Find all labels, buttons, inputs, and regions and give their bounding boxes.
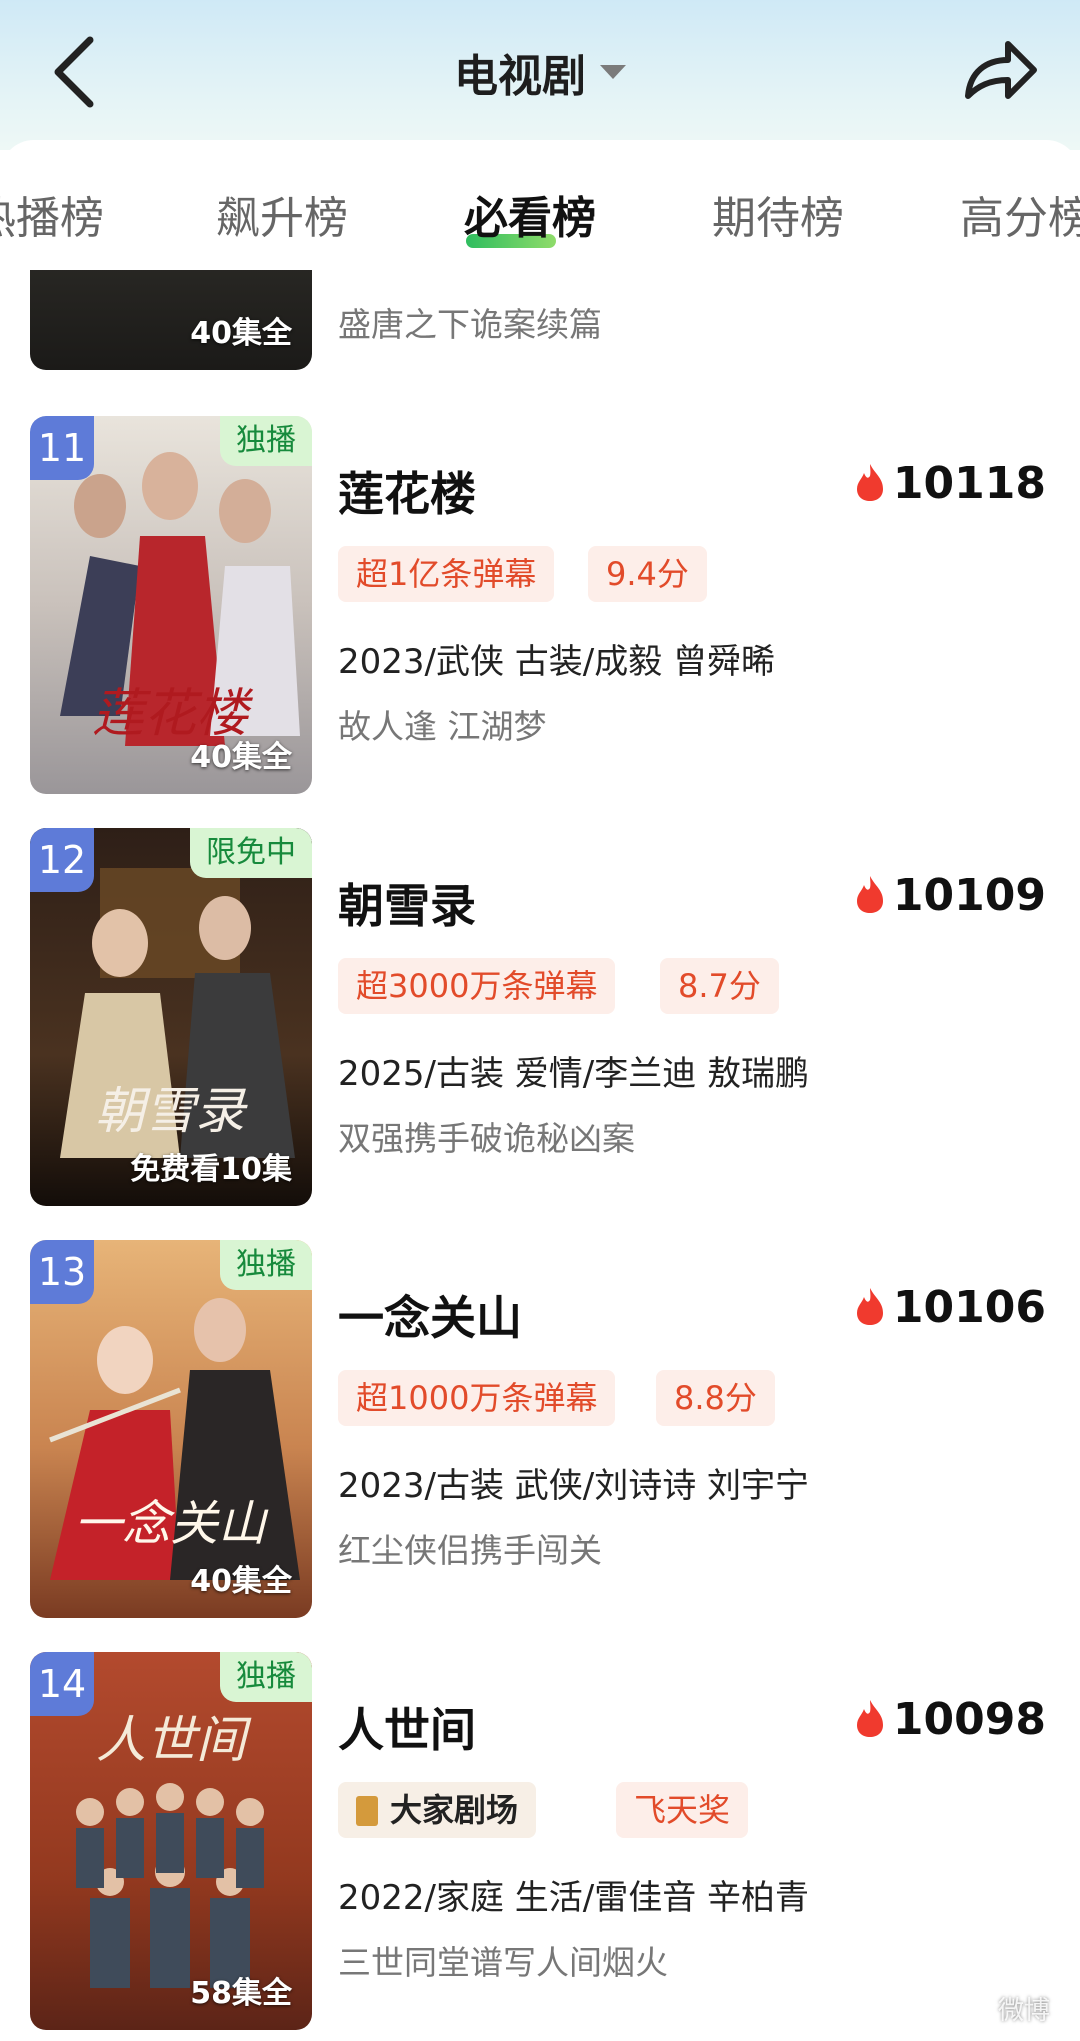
drama-title[interactable]: 朝雪录 bbox=[338, 870, 476, 936]
tab-high-score[interactable]: 高分榜 bbox=[960, 182, 1080, 246]
score-badge: 8.8分 bbox=[656, 1370, 775, 1426]
drama-title[interactable]: 人世间 bbox=[338, 1694, 476, 1760]
watermark: 微博 bbox=[997, 1996, 1050, 2026]
poster[interactable]: 一念关山 13 独播 40集全 bbox=[30, 1240, 312, 1618]
episode-count: 40集全 bbox=[190, 740, 292, 775]
list-item[interactable]: 一念关山 13 独播 40集全 一念关山 10106 超1000万条弹幕 8.8… bbox=[0, 1240, 1080, 1630]
list-item[interactable]: 朝雪录 12 限免中 免费看10集 朝雪录 10109 超3000万条弹幕 8.… bbox=[0, 828, 1080, 1218]
share-button[interactable] bbox=[960, 34, 1040, 110]
poster[interactable]: 朝雪录 12 限免中 免费看10集 bbox=[30, 828, 312, 1206]
flame-icon bbox=[856, 1288, 883, 1325]
tab-anticipated[interactable]: 期待榜 bbox=[712, 182, 844, 246]
drama-description: 故人逢 江湖梦 bbox=[338, 707, 547, 746]
flame-icon bbox=[856, 876, 883, 913]
list-item[interactable]: 莲花楼 11 独播 40集全 莲花楼 10118 超1亿条弹幕 9.4分 202… bbox=[0, 416, 1080, 806]
drama-meta: 2023/武侠 古装/成毅 曾舜晞 bbox=[338, 642, 776, 682]
drama-description: 盛唐之下诡案续篇 bbox=[338, 305, 602, 344]
exclusive-tag: 独播 bbox=[220, 1240, 312, 1290]
drama-meta: 2023/古装 武侠/刘诗诗 刘宇宁 bbox=[338, 1466, 810, 1506]
poster[interactable]: 莲花楼 11 独播 40集全 bbox=[30, 416, 312, 794]
episode-count: 免费看10集 bbox=[130, 1152, 292, 1187]
heat-score: 10098 bbox=[855, 1694, 1046, 1745]
episode-count: 40集全 bbox=[190, 316, 292, 351]
list-item[interactable]: 40集全 盛唐之下诡案续篇 bbox=[0, 270, 1080, 380]
drama-description: 三世同堂谱写人间烟火 bbox=[338, 1943, 668, 1982]
danmaku-badge: 超1亿条弹幕 bbox=[338, 546, 555, 602]
heat-score: 10106 bbox=[855, 1282, 1046, 1333]
heat-score: 10118 bbox=[855, 458, 1046, 509]
heat-score: 10109 bbox=[855, 870, 1046, 921]
tab-hot[interactable]: 热播榜 bbox=[0, 182, 104, 246]
share-icon bbox=[965, 41, 1037, 99]
theater-badge: 大家剧场 bbox=[338, 1782, 537, 1838]
poster[interactable]: 40集全 bbox=[30, 270, 312, 370]
exclusive-tag: 独播 bbox=[220, 416, 312, 466]
drama-meta: 2025/古装 爱情/李兰迪 敖瑞鹏 bbox=[338, 1054, 810, 1094]
rank-badge: 14 bbox=[30, 1652, 94, 1716]
drama-description: 双强携手破诡秘凶案 bbox=[338, 1119, 635, 1158]
poster-title: 一念关山 bbox=[74, 1496, 269, 1552]
page-title[interactable]: 电视剧 bbox=[454, 40, 586, 104]
flame-icon bbox=[856, 464, 883, 501]
drama-title[interactable]: 莲花楼 bbox=[338, 458, 476, 524]
rank-badge: 11 bbox=[30, 416, 94, 480]
drama-meta: 2022/家庭 生活/雷佳音 辛柏青 bbox=[338, 1878, 810, 1918]
ranking-tabs: 热播榜 飙升榜 必看榜 期待榜 高分榜 bbox=[0, 140, 1080, 270]
drama-description: 红尘侠侣携手闯关 bbox=[338, 1531, 602, 1570]
award-badge: 飞天奖 bbox=[616, 1782, 749, 1838]
list-item[interactable]: 人世间 14 独播 58集全 人世间 10098 大家剧场 飞天奖 2022/家… bbox=[0, 1652, 1080, 2041]
drama-list: 40集全 盛唐之下诡案续篇 莲花楼 11 独播 40集全 莲花楼 10118 超… bbox=[0, 270, 1080, 2041]
poster[interactable]: 人世间 14 独播 58集全 bbox=[30, 1652, 312, 2030]
tab-must-watch[interactable]: 必看榜 bbox=[464, 182, 596, 246]
danmaku-badge: 超1000万条弹幕 bbox=[338, 1370, 616, 1426]
book-icon bbox=[356, 1796, 378, 1826]
free-tag: 限免中 bbox=[190, 828, 312, 878]
flame-icon bbox=[856, 1700, 883, 1737]
top-bar: 电视剧 bbox=[0, 0, 1080, 150]
episode-count: 58集全 bbox=[190, 1976, 292, 2011]
danmaku-badge: 超3000万条弹幕 bbox=[338, 958, 616, 1014]
caret-down-icon[interactable] bbox=[600, 65, 626, 79]
drama-title[interactable]: 一念关山 bbox=[338, 1282, 522, 1348]
tab-rising[interactable]: 飙升榜 bbox=[216, 182, 348, 246]
episode-count: 40集全 bbox=[190, 1564, 292, 1599]
poster-title: 人世间 bbox=[96, 1711, 252, 1769]
rank-badge: 13 bbox=[30, 1240, 94, 1304]
rank-badge: 12 bbox=[30, 828, 94, 892]
exclusive-tag: 独播 bbox=[220, 1652, 312, 1702]
score-badge: 8.7分 bbox=[660, 958, 779, 1014]
poster-title: 朝雪录 bbox=[95, 1082, 248, 1140]
score-badge: 9.4分 bbox=[588, 546, 707, 602]
